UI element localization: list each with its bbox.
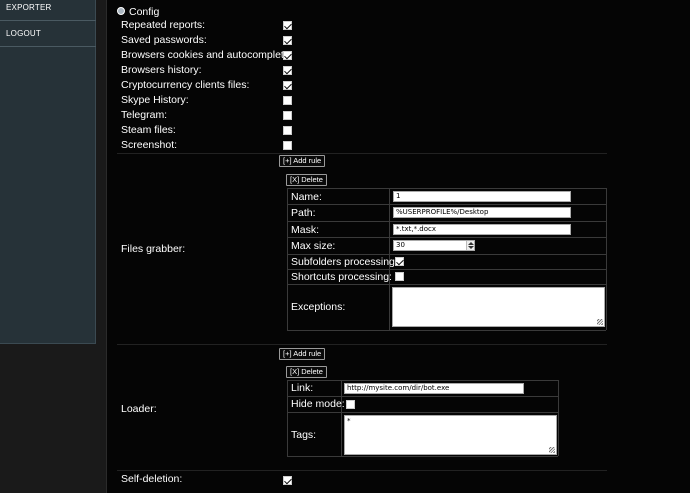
- grid-line: [341, 380, 342, 456]
- crypto-clients-checkbox[interactable]: [283, 81, 292, 90]
- hide-mode-label: Hide mode:: [291, 398, 345, 410]
- option-label: Telegram:: [121, 109, 168, 121]
- config-panel: Config Repeated reports: Saved passwords…: [106, 0, 690, 493]
- hide-mode-checkbox[interactable]: [346, 400, 355, 409]
- sidebar: EXPORTER LOGOUT: [0, 0, 96, 344]
- screenshot-checkbox[interactable]: [283, 141, 292, 150]
- grid-line: [287, 188, 288, 330]
- path-input[interactable]: %USERPROFILE%/Desktop: [393, 207, 571, 218]
- grid-line: [287, 380, 558, 381]
- grid-line: [287, 237, 606, 238]
- grid-line: [606, 188, 607, 330]
- grid-line: [287, 221, 606, 222]
- files-grabber-delete-button[interactable]: [X] Delete: [286, 174, 327, 186]
- sidebar-item-label: EXPORTER: [6, 3, 52, 12]
- option-label: Skype History:: [121, 94, 189, 106]
- grid-line: [287, 284, 606, 285]
- option-label: Repeated reports:: [121, 19, 206, 31]
- self-deletion-checkbox[interactable]: [283, 476, 292, 485]
- tags-label: Tags:: [291, 429, 317, 441]
- spinner-arrows-icon[interactable]: [466, 241, 474, 250]
- mask-label: Mask:: [291, 224, 320, 236]
- option-row-browsers-cookies: Browsers cookies and autocomplete:: [117, 48, 607, 63]
- option-row-saved-passwords: Saved passwords:: [117, 33, 607, 48]
- grid-line: [287, 330, 606, 331]
- exceptions-label: Exceptions:: [291, 301, 346, 313]
- browsers-history-checkbox[interactable]: [283, 66, 292, 75]
- option-label: Steam files:: [121, 124, 176, 136]
- option-label: Saved passwords:: [121, 34, 207, 46]
- row-divider: [117, 153, 607, 154]
- tags-textarea[interactable]: *: [344, 415, 557, 455]
- grid-line: [287, 412, 558, 413]
- browsers-cookies-checkbox[interactable]: [283, 51, 292, 60]
- option-row-repeated-reports: Repeated reports:: [117, 18, 607, 33]
- skype-history-checkbox[interactable]: [283, 96, 292, 105]
- row-divider: [117, 470, 607, 471]
- sidebar-divider: [0, 46, 96, 47]
- link-input[interactable]: http://mysite.com/dir/bot.exe: [344, 383, 524, 394]
- option-row-self-deletion: Self-deletion:: [117, 472, 607, 487]
- grid-line: [558, 380, 559, 456]
- page-title-text: Config: [129, 6, 160, 18]
- subfolders-label: Subfolders processing:: [291, 256, 398, 268]
- tags-value: *: [347, 417, 351, 425]
- option-row-browsers-history: Browsers history:: [117, 63, 607, 78]
- option-label: Cryptocurrency clients files:: [121, 79, 250, 91]
- link-label: Link:: [291, 382, 314, 394]
- sidebar-item-label: LOGOUT: [6, 29, 41, 38]
- name-label: Name:: [291, 191, 322, 203]
- telegram-checkbox[interactable]: [283, 111, 292, 120]
- shortcuts-checkbox[interactable]: [395, 272, 404, 281]
- row-divider: [117, 344, 607, 345]
- files-grabber-label: Files grabber:: [121, 243, 186, 255]
- loader-add-rule-button[interactable]: [+] Add rule: [279, 348, 326, 360]
- option-label: Self-deletion:: [121, 473, 183, 485]
- max-size-label: Max size:: [291, 240, 336, 252]
- sidebar-item-logout[interactable]: LOGOUT: [0, 22, 96, 46]
- path-label: Path:: [291, 207, 316, 219]
- max-size-spinner[interactable]: 30: [393, 240, 475, 251]
- option-label: Browsers cookies and autocomplete:: [121, 49, 293, 61]
- option-row-screenshot: Screenshot:: [117, 138, 607, 153]
- resize-grip-icon[interactable]: [549, 447, 555, 453]
- loader-label: Loader:: [121, 403, 157, 415]
- option-row-telegram: Telegram:: [117, 108, 607, 123]
- repeated-reports-checkbox[interactable]: [283, 21, 292, 30]
- page-title: Config: [117, 5, 159, 19]
- loader-delete-button[interactable]: [X] Delete: [286, 366, 327, 378]
- option-row-skype-history: Skype History:: [117, 93, 607, 108]
- grid-line: [287, 204, 606, 205]
- sidebar-divider: [0, 20, 96, 21]
- name-input[interactable]: 1: [393, 191, 571, 202]
- saved-passwords-checkbox[interactable]: [283, 36, 292, 45]
- grid-line: [287, 456, 558, 457]
- grid-line: [287, 380, 288, 456]
- resize-grip-icon[interactable]: [597, 319, 603, 325]
- files-grabber-add-rule-button[interactable]: [+] Add rule: [279, 155, 326, 167]
- max-size-value: 30: [396, 241, 405, 249]
- option-label: Screenshot:: [121, 139, 178, 151]
- exceptions-textarea[interactable]: [392, 287, 605, 327]
- steam-files-checkbox[interactable]: [283, 126, 292, 135]
- mask-input[interactable]: *.txt,*.docx: [393, 224, 571, 235]
- option-row-crypto-clients: Cryptocurrency clients files:: [117, 78, 607, 93]
- subfolders-checkbox[interactable]: [395, 257, 404, 266]
- grid-line: [287, 188, 606, 189]
- gear-icon: [117, 7, 125, 15]
- option-row-steam-files: Steam files:: [117, 123, 607, 138]
- shortcuts-label: Shortcuts processing:: [291, 271, 392, 283]
- option-label: Browsers history:: [121, 64, 202, 76]
- sidebar-item-exporter[interactable]: EXPORTER: [0, 0, 96, 20]
